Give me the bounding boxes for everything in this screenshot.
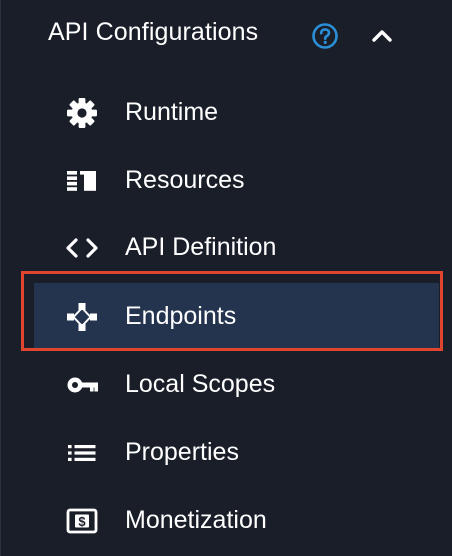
menu-item-label: Local Scopes <box>125 370 276 398</box>
menu-item-resources[interactable]: Resources <box>34 147 439 213</box>
menu-item-label: Endpoints <box>125 302 237 330</box>
code-icon <box>65 231 99 265</box>
endpoints-icon <box>65 300 99 334</box>
resources-icon <box>65 164 99 198</box>
menu-item-endpoints[interactable]: Endpoints <box>34 283 439 349</box>
menu-item-label: Resources <box>125 166 245 194</box>
menu-item-properties[interactable]: Properties <box>34 419 439 485</box>
menu-item-api-definition[interactable]: API Definition <box>34 214 439 280</box>
question-circle-icon[interactable] <box>311 22 339 50</box>
menu-item-local-scopes[interactable]: Local Scopes <box>34 351 439 417</box>
menu-item-label: Runtime <box>125 98 219 126</box>
dollar-icon: $ <box>65 504 99 538</box>
menu-item-monetization[interactable]: $ Monetization <box>34 487 439 553</box>
svg-text:$: $ <box>78 514 86 529</box>
menu-item-label: API Definition <box>125 233 277 261</box>
gear-icon <box>65 96 99 130</box>
section-title: API Configurations <box>48 18 259 46</box>
menu-item-label: Properties <box>125 438 239 466</box>
section-header[interactable]: API Configurations <box>1 0 452 68</box>
api-configurations-panel: API Configurations Runtime Resources API… <box>0 0 452 556</box>
list-icon <box>65 436 99 470</box>
chevron-up-icon[interactable] <box>370 26 394 44</box>
key-icon <box>65 368 99 402</box>
menu-item-label: Monetization <box>125 506 267 534</box>
menu-item-runtime[interactable]: Runtime <box>34 79 439 145</box>
